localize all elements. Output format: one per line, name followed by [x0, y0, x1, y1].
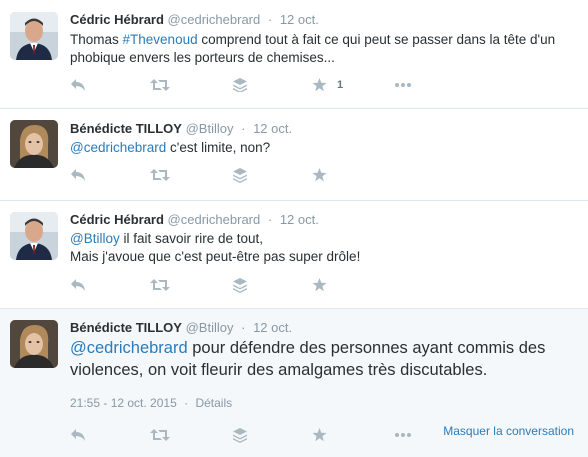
- reply-button[interactable]: [70, 166, 86, 184]
- hashtag-link[interactable]: #Thevenoud: [123, 32, 198, 47]
- tweet[interactable]: Cédric Hébrard @cedrichebrard · 12 oct. …: [0, 0, 588, 109]
- hide-conversation-link[interactable]: Masquer la conversation: [443, 424, 574, 438]
- separator-dot: ·: [184, 396, 189, 410]
- favorite-star-icon: [312, 428, 327, 442]
- text-segment: Thomas: [70, 32, 123, 47]
- mention-link[interactable]: @cedrichebrard: [70, 140, 166, 155]
- tweet[interactable]: Bénédicte TILLOY @Btilloy · 12 oct. @ced…: [0, 109, 588, 201]
- stack-icon: [233, 427, 247, 443]
- separator-dot: ·: [241, 320, 246, 335]
- stack-button[interactable]: [233, 166, 247, 184]
- reply-icon: [71, 169, 85, 181]
- more-dots-icon: [395, 433, 411, 437]
- tweet-actions: 1: [70, 76, 420, 94]
- avatar[interactable]: [10, 12, 58, 60]
- tweet-text: @cedrichebrard pour défendre des personn…: [70, 337, 560, 381]
- more-button[interactable]: [395, 76, 411, 94]
- retweet-icon: [150, 169, 170, 181]
- more-button[interactable]: [395, 426, 411, 444]
- tweet-actions: [70, 166, 420, 184]
- tweet-time[interactable]: 12 oct.: [280, 12, 319, 27]
- more-dots-icon: [395, 83, 411, 87]
- retweet-icon: [150, 429, 170, 441]
- favorite-button[interactable]: [312, 166, 327, 184]
- tweet[interactable]: Cédric Hébrard @cedrichebrard · 12 oct. …: [0, 201, 588, 309]
- tweet-header: Cédric Hébrard @cedrichebrard · 12 oct.: [70, 12, 319, 27]
- favorite-button[interactable]: [312, 276, 327, 294]
- author-handle[interactable]: @cedrichebrard: [168, 12, 261, 27]
- author-name[interactable]: Bénédicte TILLOY: [70, 121, 182, 136]
- favorite-star-icon: [312, 278, 327, 292]
- tweet-header: Cédric Hébrard @cedrichebrard · 12 oct.: [70, 212, 319, 227]
- favorite-button[interactable]: 1: [312, 76, 343, 94]
- retweet-button[interactable]: [150, 276, 170, 294]
- author-name[interactable]: Cédric Hébrard: [70, 12, 164, 27]
- author-handle[interactable]: @Btilloy: [186, 121, 234, 136]
- reply-button[interactable]: [70, 426, 86, 444]
- tweet-text: Thomas #Thevenoud comprend tout à fait c…: [70, 31, 570, 67]
- tweet-meta: 21:55 - 12 oct. 2015 · Détails: [70, 396, 232, 410]
- details-link[interactable]: Détails: [195, 396, 232, 410]
- stack-icon: [233, 277, 247, 293]
- retweet-button[interactable]: [150, 166, 170, 184]
- favorite-button[interactable]: [312, 426, 327, 444]
- reply-button[interactable]: [70, 76, 86, 94]
- reply-icon: [71, 79, 85, 91]
- separator-dot: ·: [267, 212, 273, 227]
- stack-button[interactable]: [233, 76, 247, 94]
- separator-dot: ·: [241, 121, 246, 136]
- mention-link[interactable]: @cedrichebrard: [70, 339, 188, 357]
- favorite-count: 1: [337, 79, 344, 91]
- stack-icon: [233, 167, 247, 183]
- separator-dot: ·: [267, 12, 273, 27]
- tweet-time[interactable]: 12 oct.: [253, 121, 292, 136]
- retweet-icon: [150, 79, 170, 91]
- text-segment: Mais j'avoue que c'est peut-être pas sup…: [70, 249, 361, 264]
- retweet-button[interactable]: [150, 426, 170, 444]
- favorite-star-icon: [312, 168, 327, 182]
- tweet-time[interactable]: 12 oct.: [280, 212, 319, 227]
- avatar[interactable]: [10, 120, 58, 168]
- retweet-icon: [150, 279, 170, 291]
- stack-icon: [233, 78, 247, 92]
- reply-button[interactable]: [70, 276, 86, 294]
- reply-icon: [71, 429, 85, 441]
- avatar[interactable]: [10, 212, 58, 260]
- tweet-focused[interactable]: Bénédicte TILLOY @Btilloy · 12 oct. @ced…: [0, 309, 588, 457]
- tweet-actions: [70, 276, 420, 294]
- tweet-text: @cedrichebrard c'est limite, non?: [70, 139, 570, 157]
- stack-button[interactable]: [233, 426, 247, 444]
- author-handle[interactable]: @Btilloy: [186, 320, 234, 335]
- author-handle[interactable]: @cedrichebrard: [168, 212, 261, 227]
- tweet-actions: [70, 426, 420, 444]
- favorite-star-icon: [312, 78, 327, 92]
- reply-icon: [71, 279, 85, 291]
- stack-button[interactable]: [233, 276, 247, 294]
- text-segment: c'est limite, non?: [166, 140, 271, 155]
- full-timestamp[interactable]: 21:55 - 12 oct. 2015: [70, 396, 177, 410]
- avatar[interactable]: [10, 320, 58, 368]
- mention-link[interactable]: @Btilloy: [70, 231, 120, 246]
- retweet-button[interactable]: [150, 76, 170, 94]
- tweet-time[interactable]: 12 oct.: [253, 320, 292, 335]
- text-segment: il fait savoir rire de tout,: [119, 231, 264, 246]
- tweet-text: @Btilloy il fait savoir rire de tout, Ma…: [70, 230, 570, 266]
- tweet-header: Bénédicte TILLOY @Btilloy · 12 oct.: [70, 121, 292, 136]
- author-name[interactable]: Cédric Hébrard: [70, 212, 164, 227]
- tweet-header: Bénédicte TILLOY @Btilloy · 12 oct.: [70, 320, 292, 335]
- author-name[interactable]: Bénédicte TILLOY: [70, 320, 182, 335]
